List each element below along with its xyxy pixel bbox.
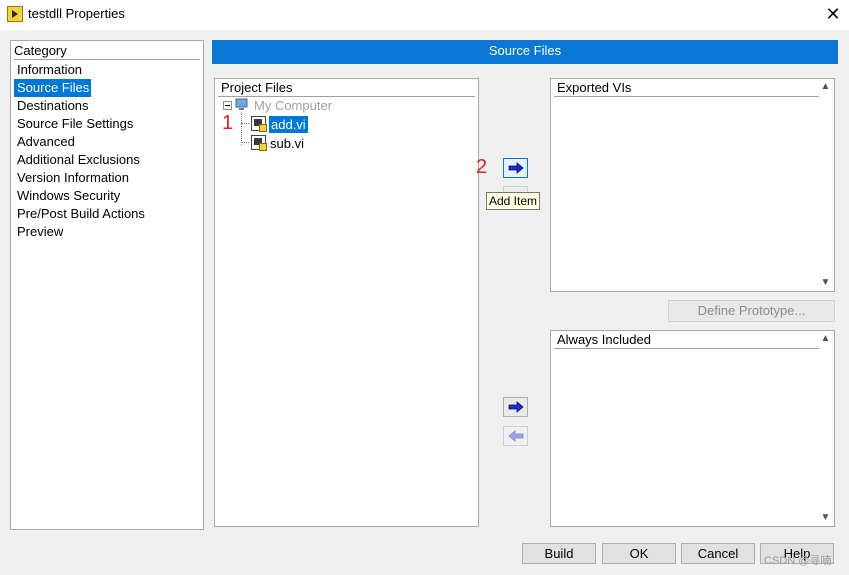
section-title-bar: Source Files (212, 40, 838, 64)
labview-app-icon (7, 6, 23, 22)
category-divider (14, 59, 200, 60)
add-always-included-button[interactable] (503, 397, 528, 417)
title-bar: testdll Properties ✕ (0, 0, 849, 30)
remove-always-included-button[interactable] (503, 426, 528, 446)
vi-file-icon (251, 135, 267, 151)
annotation-marker-1: 1 (222, 112, 234, 134)
category-item-source-file-settings[interactable]: Source File Settings (14, 115, 200, 133)
project-files-tree[interactable]: Project Files My Computer add.vi sub.vi (214, 78, 479, 527)
project-files-header: Project Files (221, 80, 293, 95)
add-exported-vi-button[interactable] (503, 158, 528, 178)
category-item-additional-exclusions[interactable]: Additional Exclusions (14, 151, 200, 169)
category-item-advanced[interactable]: Advanced (14, 133, 200, 151)
scroll-down-icon[interactable]: ▼ (819, 277, 832, 289)
tree-item-sub-vi[interactable]: sub.vi (270, 135, 304, 152)
category-item-destinations[interactable]: Destinations (14, 97, 200, 115)
exported-vis-divider (554, 96, 819, 97)
window-title: testdll Properties (28, 6, 125, 21)
annotation-marker-2: 2 (476, 156, 488, 178)
computer-icon (235, 98, 248, 110)
collapse-icon[interactable] (223, 101, 232, 110)
scroll-down-icon[interactable]: ▼ (819, 512, 832, 524)
exported-vis-list[interactable]: Exported VIs ▲ ▼ (550, 78, 835, 292)
ok-button[interactable]: OK (602, 543, 676, 564)
add-item-tooltip: Add Item (486, 192, 541, 210)
close-button[interactable]: ✕ (820, 2, 846, 26)
exported-vis-header: Exported VIs (557, 80, 632, 95)
tree-connector (241, 142, 249, 143)
cancel-button[interactable]: Cancel (681, 543, 755, 564)
always-included-list[interactable]: Always Included ▲ ▼ (550, 330, 835, 527)
category-item-pre-post-build-actions[interactable]: Pre/Post Build Actions (14, 205, 200, 223)
scroll-up-icon[interactable]: ▲ (819, 333, 832, 345)
category-list: Information Source Files Destinations So… (14, 61, 200, 241)
always-included-divider (554, 348, 819, 349)
arrow-right-icon (508, 162, 524, 174)
always-included-header: Always Included (557, 332, 651, 347)
define-prototype-button[interactable]: Define Prototype... (668, 300, 835, 322)
tree-item-add-vi[interactable]: add.vi (269, 116, 308, 133)
category-item-version-information[interactable]: Version Information (14, 169, 200, 187)
category-header: Category (14, 43, 67, 58)
category-panel: Category Information Source Files Destin… (10, 40, 204, 530)
category-item-preview[interactable]: Preview (14, 223, 200, 241)
category-item-information[interactable]: Information (14, 61, 200, 79)
arrow-right-icon (508, 401, 524, 413)
vi-file-icon (251, 116, 267, 132)
arrow-left-icon (508, 430, 524, 442)
project-files-divider (218, 96, 475, 97)
tree-connector (241, 113, 242, 145)
tree-item-my-computer[interactable]: My Computer (254, 98, 332, 113)
watermark: CSDN @寻喃 (764, 555, 832, 567)
category-item-windows-security[interactable]: Windows Security (14, 187, 200, 205)
category-item-source-files[interactable]: Source Files (14, 79, 200, 97)
scroll-up-icon[interactable]: ▲ (819, 81, 832, 93)
build-button[interactable]: Build (522, 543, 596, 564)
tree-connector (241, 123, 249, 124)
